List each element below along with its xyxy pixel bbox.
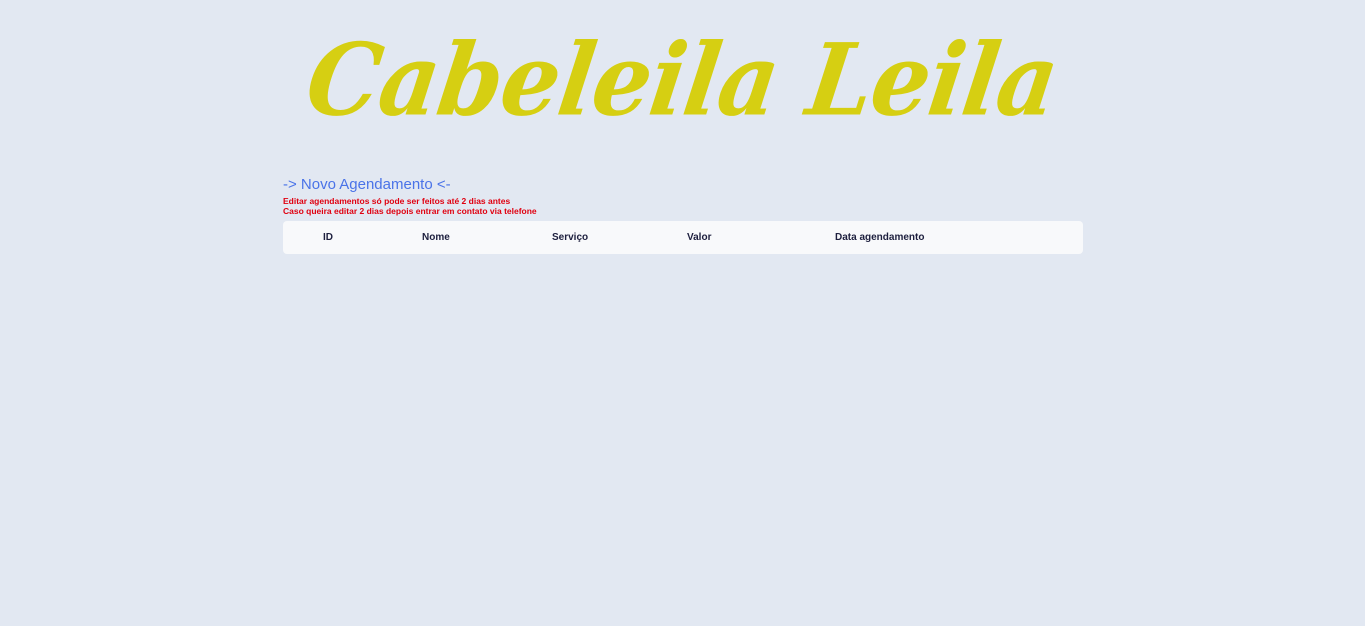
appointments-table: ID Nome Serviço Valor Data agendamento (283, 221, 1083, 254)
edit-notice-2: Caso queira editar 2 dias depois entrar … (283, 206, 537, 216)
new-appointment-link[interactable]: -> Novo Agendamento <- (283, 175, 451, 195)
page: { "brand": { "logo_text": "Cabeleila Lei… (0, 0, 1365, 626)
column-header-valor: Valor (687, 232, 712, 243)
header-logo: Cabeleila Leila (0, 10, 1365, 150)
edit-notice-1: Editar agendamentos só pode ser feitos a… (283, 196, 511, 206)
column-header-id: ID (323, 232, 333, 243)
table-header: ID Nome Serviço Valor Data agendamento (283, 221, 1083, 254)
column-header-nome: Nome (422, 232, 450, 243)
appointments-section: -> Novo Agendamento <- Editar agendament… (283, 175, 1083, 254)
brand-logo: Cabeleila Leila (300, 21, 1065, 139)
column-header-data-agendamento: Data agendamento (835, 232, 925, 243)
column-header-servico: Serviço (552, 232, 589, 243)
